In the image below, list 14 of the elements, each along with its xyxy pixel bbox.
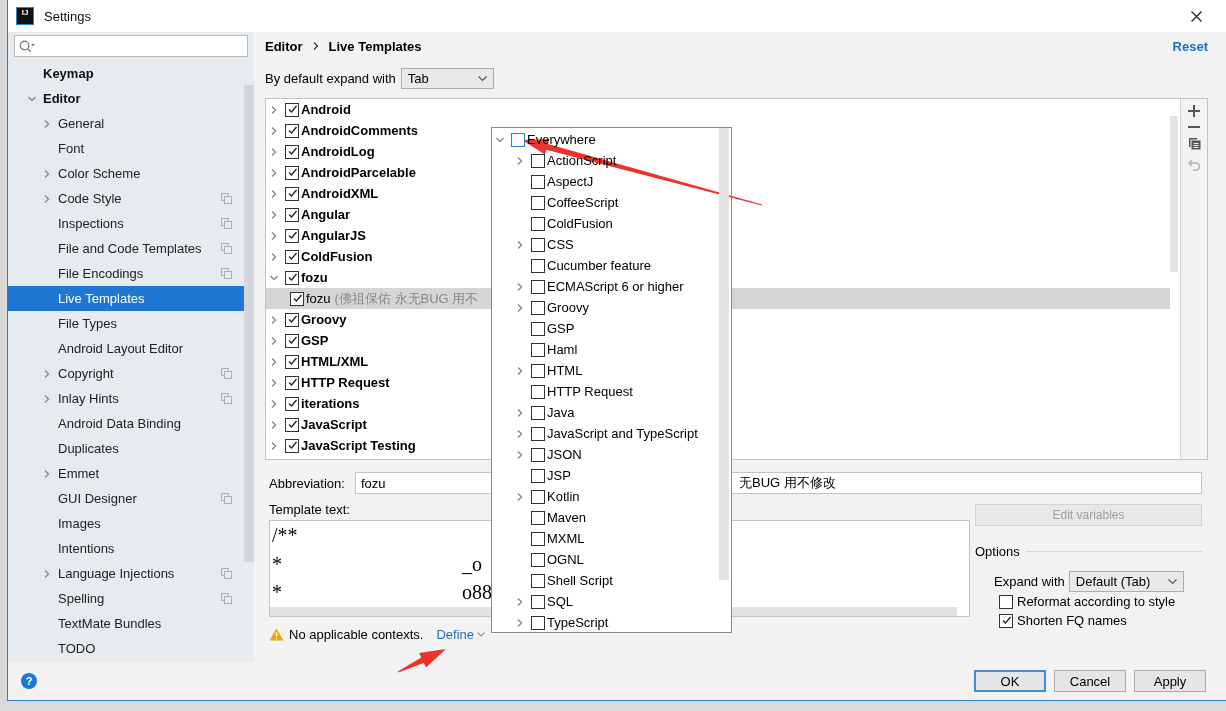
code-text: _o — [462, 552, 482, 576]
field-label: By default expand with — [265, 71, 396, 86]
window-title: Settings — [44, 8, 91, 24]
code-text: o88 — [462, 581, 492, 605]
code-text: * — [271, 552, 283, 576]
field-label: Abbreviation: — [268, 475, 346, 491]
breadcrumb-item: Live Templates — [328, 38, 422, 54]
app-logo: IJ — [16, 7, 34, 25]
code-text: * — [271, 581, 283, 605]
field-label: Expand with — [994, 574, 1065, 589]
code-text: /** — [271, 523, 299, 547]
warning-text: No applicable contexts. — [289, 626, 424, 642]
field-label: Template text: — [269, 502, 350, 519]
group-title: Options — [975, 543, 1020, 559]
